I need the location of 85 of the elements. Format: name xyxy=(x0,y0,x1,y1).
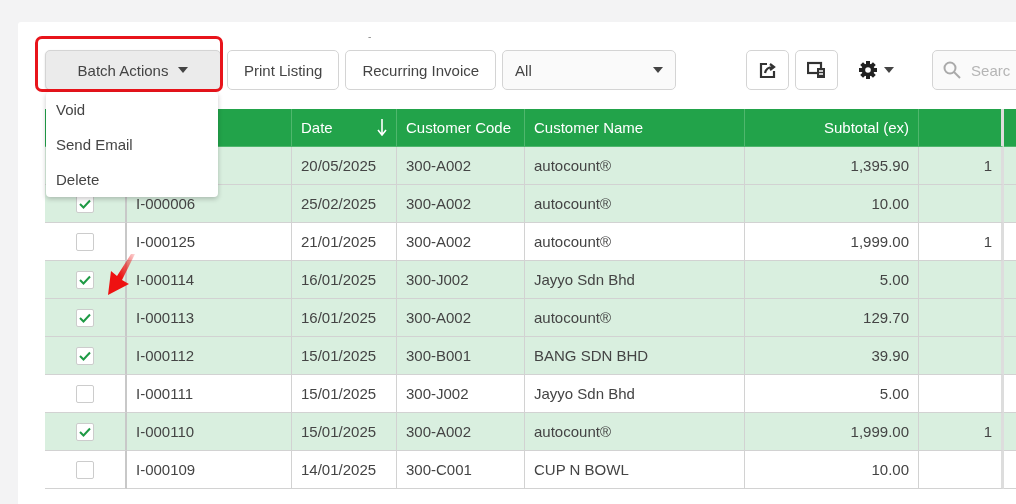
table-cell: 39.90 xyxy=(871,347,909,364)
check-icon xyxy=(79,274,91,285)
table-cell: I-000114 xyxy=(136,271,195,288)
row-checkbox[interactable] xyxy=(76,270,94,289)
table-cell: BANG SDN BHD xyxy=(534,347,649,364)
table-cell: autocount® xyxy=(534,423,611,440)
table-cell: 300-J002 xyxy=(406,385,469,402)
table-cell: I-000109 xyxy=(136,461,196,478)
arrow-annotation xyxy=(106,254,136,296)
table-cell: 1,395.90 xyxy=(850,157,909,174)
table-cell: 25/02/2025 xyxy=(301,195,377,212)
filter-dropdown[interactable]: All xyxy=(502,50,677,90)
table-row[interactable]: I-000114 16/01/2025 300-J002 Jayyo Sdn Bhd 5.00 xyxy=(45,261,1016,299)
table-cell: 15/01/2025 xyxy=(301,347,377,364)
table-cell: CUP N BOWL xyxy=(534,461,629,478)
row-checkbox[interactable] xyxy=(76,422,94,441)
search-field[interactable]: Searc xyxy=(932,50,1016,90)
dash-mark: - xyxy=(368,31,372,42)
caret-icon xyxy=(178,67,189,73)
table-cell: I-000113 xyxy=(136,309,195,326)
export-button[interactable] xyxy=(746,50,790,90)
search-icon xyxy=(943,61,962,79)
table-cell: autocount® xyxy=(534,309,611,326)
table-cell: 14/01/2025 xyxy=(301,461,377,478)
table-cell: 300-A002 xyxy=(406,195,472,212)
table-row[interactable]: I-000113 16/01/2025 300-A002 autocount® 129.70 xyxy=(45,299,1016,337)
table-cell: 1,999.00 xyxy=(850,233,909,250)
table-cell: I-000112 xyxy=(136,347,195,364)
table-row[interactable]: I-000111 15/01/2025 300-J002 Jayyo Sdn Bhd 5.00 xyxy=(45,375,1016,413)
screen-icon xyxy=(806,61,827,79)
table-cell: autocount® xyxy=(534,157,611,174)
layout-button[interactable] xyxy=(795,50,839,90)
table-cell: 1 xyxy=(983,157,992,174)
table-cell: Jayyo Sdn Bhd xyxy=(534,385,635,402)
table-cell: 300-A002 xyxy=(406,423,472,440)
table-row[interactable]: I-000125 21/01/2025 300-A002 autocount® 1,999.00 1 xyxy=(45,223,1016,261)
row-checkbox[interactable] xyxy=(76,308,94,327)
menu-item[interactable]: Void xyxy=(46,92,218,127)
settings-icon xyxy=(858,60,879,80)
recurring-invoice-button[interactable]: Recurring Invoice xyxy=(345,50,497,90)
row-checkbox[interactable] xyxy=(76,346,94,365)
sort-arrow-icon[interactable] xyxy=(377,118,387,137)
table-row[interactable]: I-000006 25/02/2025 300-A002 autocount® 10.00 xyxy=(45,185,1016,223)
check-icon xyxy=(79,426,91,437)
table-cell: 15/01/2025 xyxy=(301,423,377,440)
table-row[interactable]: I-000109 14/01/2025 300-C001 CUP N BOWL 10.00 xyxy=(45,451,1016,489)
table-cell: 10.00 xyxy=(871,195,909,212)
table-cell: autocount® xyxy=(534,195,611,212)
table-cell: 16/01/2025 xyxy=(301,271,377,288)
table-cell: 1 xyxy=(983,423,992,440)
table-cell: 129.70 xyxy=(863,309,909,326)
batch-actions-button[interactable]: Batch Actions xyxy=(45,50,221,90)
table-cell: 20/05/2025 xyxy=(301,157,377,174)
table-cell: 300-A002 xyxy=(406,233,472,250)
row-checkbox[interactable] xyxy=(76,232,94,251)
row-checkbox[interactable] xyxy=(76,384,94,403)
table-cell: 1 xyxy=(983,233,992,250)
table-cell: I-000006 xyxy=(136,195,196,212)
table-cell: autocount® xyxy=(534,233,611,250)
table-cell: I-000110 xyxy=(136,423,195,440)
row-checkbox[interactable] xyxy=(76,460,94,479)
table-cell: I-000125 xyxy=(136,233,196,250)
export-icon xyxy=(758,61,777,79)
table-cell: 5.00 xyxy=(879,385,909,402)
table-cell: 10.00 xyxy=(871,461,909,478)
check-icon xyxy=(79,312,91,323)
table-row[interactable]: I-000110 15/01/2025 300-A002 autocount® 1,999.00 1 xyxy=(45,413,1016,451)
caret-icon xyxy=(884,67,895,73)
table-cell: 300-C001 xyxy=(406,461,472,478)
table-cell: I-000111 xyxy=(136,385,193,402)
caret-icon xyxy=(653,67,664,73)
table-cell: 300-J002 xyxy=(406,271,469,288)
table-cell: 21/01/2025 xyxy=(301,233,377,250)
table-cell: 300-A002 xyxy=(406,309,472,326)
table-row[interactable]: I-000112 15/01/2025 300-B001 BANG SDN BHD 39.90 xyxy=(45,337,1016,375)
table-cell: 15/01/2025 xyxy=(301,385,377,402)
check-icon xyxy=(79,350,91,361)
table-cell: 1,999.00 xyxy=(850,423,909,440)
table-cell: Jayyo Sdn Bhd xyxy=(534,271,635,288)
table-cell: 300-A002 xyxy=(406,157,472,174)
table-cell: 300-B001 xyxy=(406,347,472,364)
table-cell: 5.00 xyxy=(879,271,909,288)
table-cell: 16/01/2025 xyxy=(301,309,377,326)
print-listing-button[interactable]: Print Listing xyxy=(227,50,340,90)
check-icon xyxy=(79,198,91,209)
